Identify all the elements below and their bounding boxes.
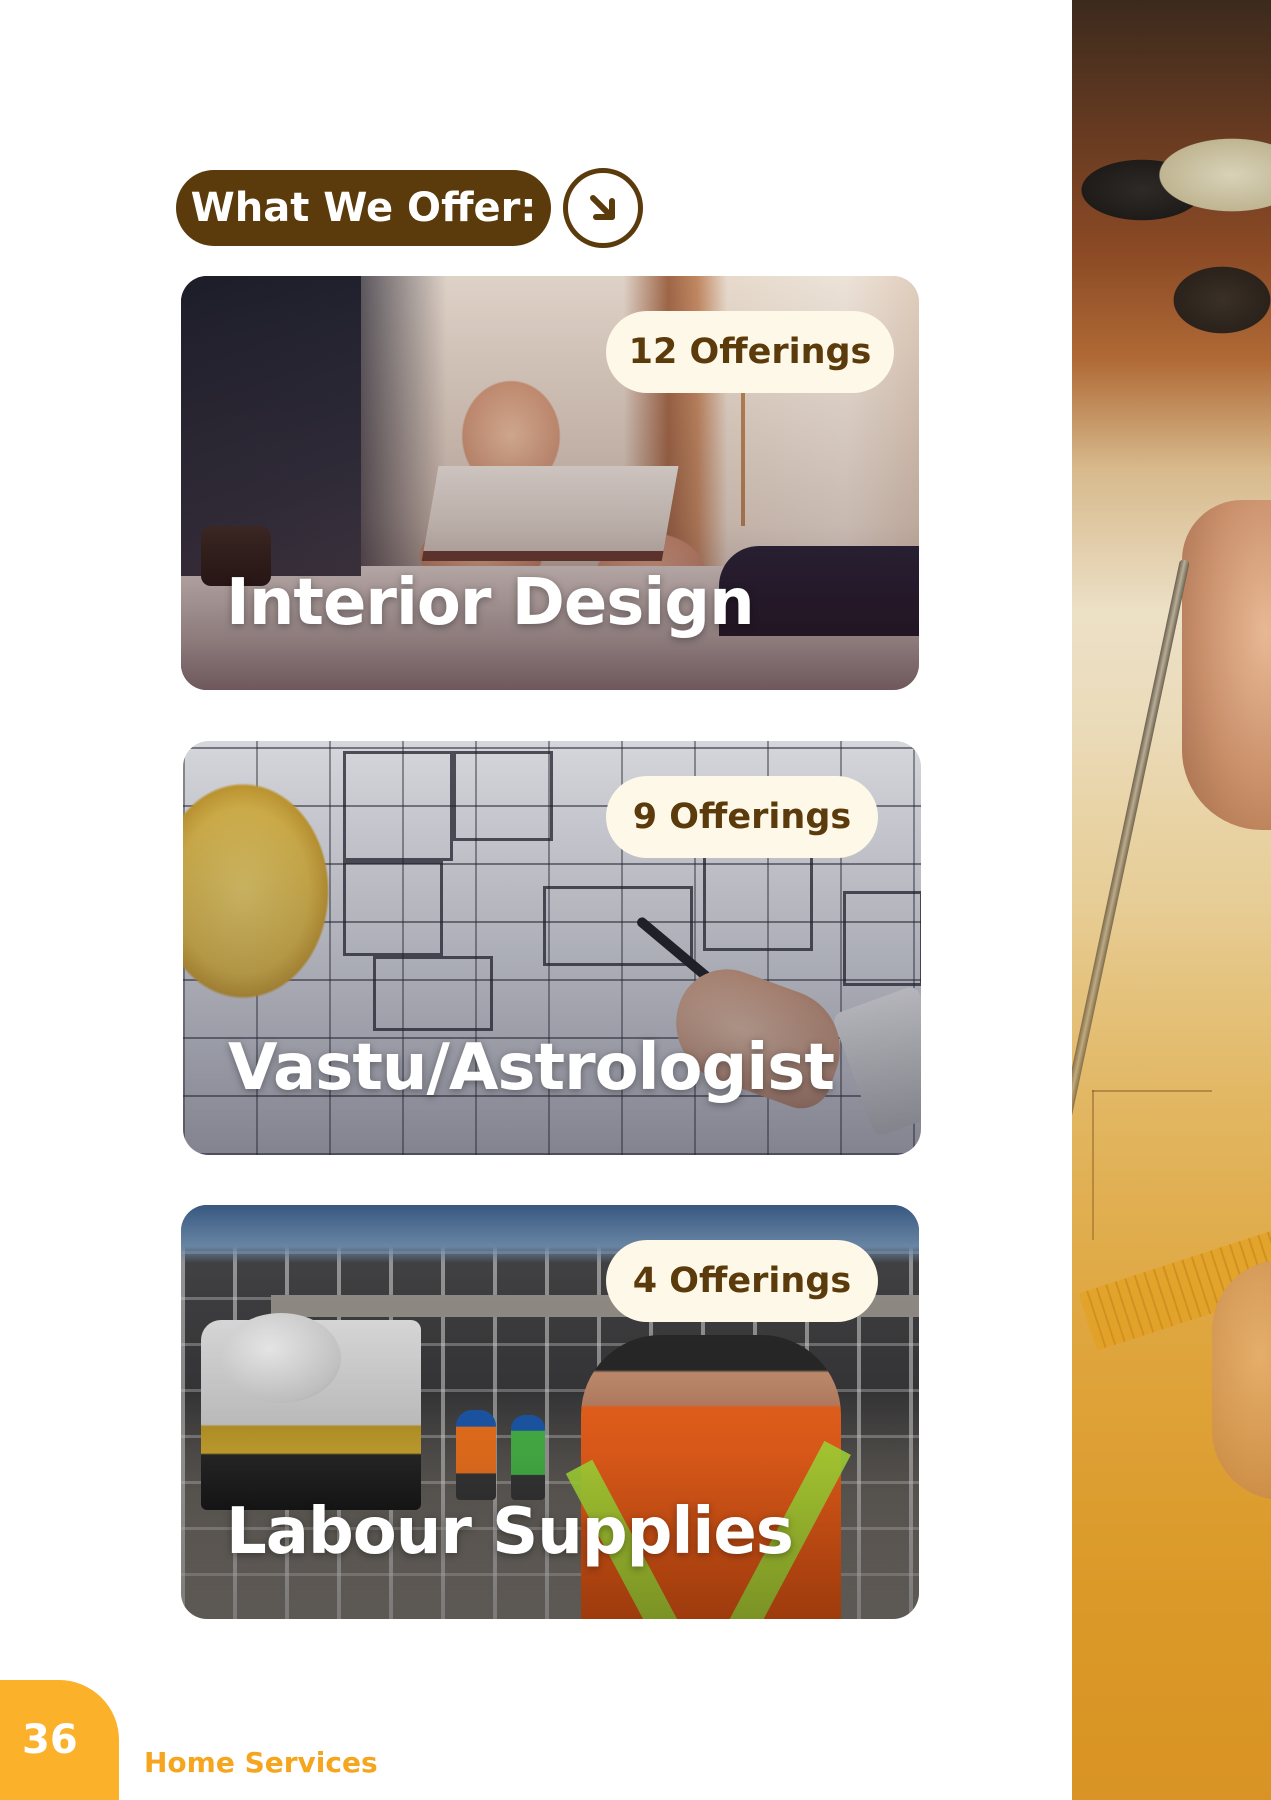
side-photo-drafting <box>1072 0 1271 1800</box>
section-heading: What We Offer: <box>176 170 551 246</box>
service-card-interior-design[interactable]: 12 Offerings Interior Design <box>181 276 919 690</box>
section-header: What We Offer: <box>176 168 643 248</box>
card-title: Vastu/Astrologist <box>228 1031 835 1105</box>
offerings-badge: 4 Offerings <box>606 1240 878 1322</box>
card-title: Labour Supplies <box>226 1495 794 1569</box>
footer-section-label: Home Services <box>144 1746 378 1779</box>
photo-overlay <box>1072 0 1271 1800</box>
offerings-badge: 9 Offerings <box>606 776 878 858</box>
page-number: 36 <box>0 1680 119 1800</box>
service-card-vastu-astrologist[interactable]: 9 Offerings Vastu/Astrologist <box>183 741 921 1155</box>
service-card-labour-supplies[interactable]: 4 Offerings Labour Supplies <box>181 1205 919 1619</box>
offerings-badge: 12 Offerings <box>606 311 894 393</box>
card-title: Interior Design <box>226 566 755 640</box>
arrow-down-right-icon[interactable] <box>563 168 643 248</box>
